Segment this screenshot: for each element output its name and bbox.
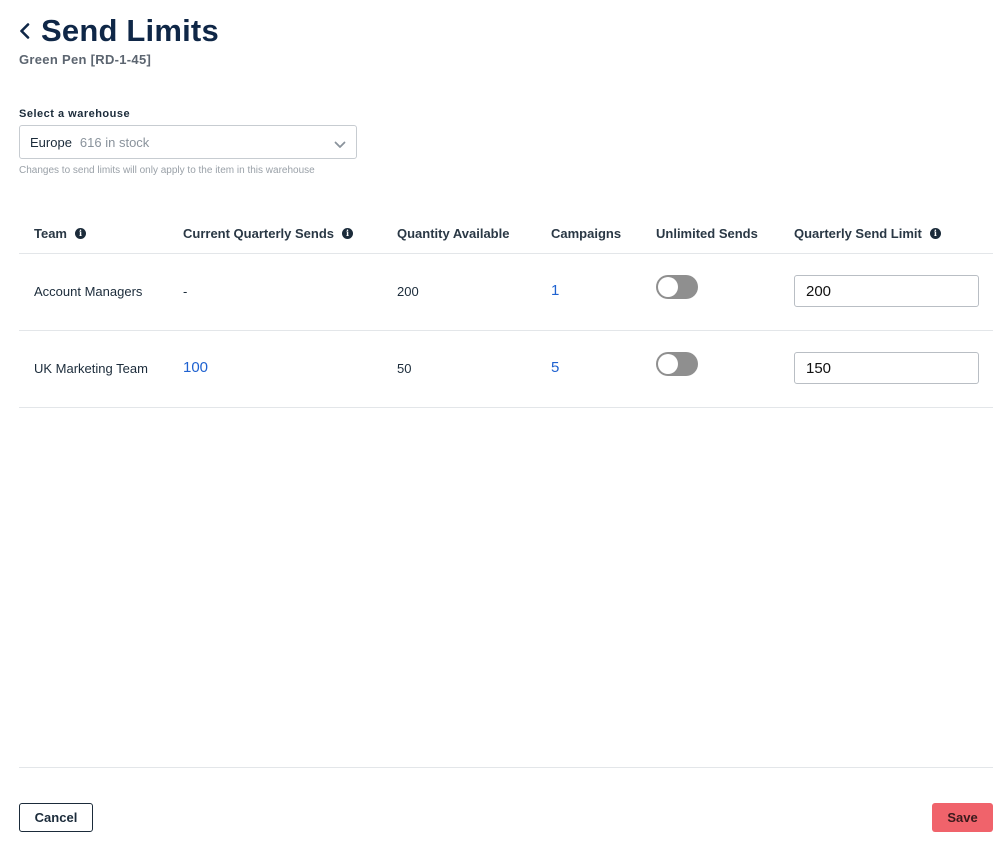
table-row: Account Managers - 200 1 xyxy=(19,254,993,331)
quarterly-send-limit-input[interactable] xyxy=(794,275,979,307)
page-subtitle: Green Pen [RD-1-45] xyxy=(19,52,152,67)
send-limits-table: Team i Current Quarterly Sends i Quantit… xyxy=(19,214,993,408)
quantity-available: 200 xyxy=(397,284,419,299)
current-quarterly-sends: - xyxy=(183,284,188,299)
toggle-knob xyxy=(658,277,678,297)
column-header-quantity-available-label: Quantity Available xyxy=(397,226,510,241)
cancel-button[interactable]: Cancel xyxy=(19,803,93,832)
column-header-current-quarterly-sends-label: Current Quarterly Sends xyxy=(183,226,334,241)
warehouse-selected-name: Europe xyxy=(30,134,72,150)
chevron-left-icon[interactable] xyxy=(19,20,33,42)
footer-divider xyxy=(19,767,993,768)
info-icon[interactable]: i xyxy=(929,228,941,239)
unlimited-sends-toggle[interactable] xyxy=(656,352,698,376)
table-row: UK Marketing Team 100 50 5 xyxy=(19,331,993,408)
page-header: Send Limits Green Pen [RD-1-45] xyxy=(19,14,219,68)
column-header-quantity-available: Quantity Available xyxy=(397,226,509,241)
info-icon[interactable]: i xyxy=(75,228,86,239)
warehouse-help-text: Changes to send limits will only apply t… xyxy=(19,165,315,176)
column-header-quarterly-send-limit: Quarterly Send Limit i xyxy=(794,226,941,241)
column-header-team-label: Team xyxy=(34,226,67,241)
warehouse-select[interactable]: Europe 616 in stock xyxy=(19,125,357,159)
team-name: UK Marketing Team xyxy=(34,361,148,376)
column-header-unlimited-sends: Unlimited Sends xyxy=(656,226,758,241)
column-header-unlimited-sends-label: Unlimited Sends xyxy=(656,226,758,241)
info-icon[interactable]: i xyxy=(342,228,353,239)
column-header-current-quarterly-sends: Current Quarterly Sends i xyxy=(183,226,353,241)
unlimited-sends-toggle[interactable] xyxy=(656,275,698,299)
current-quarterly-sends-link[interactable]: 100 xyxy=(183,359,208,376)
campaigns-link[interactable]: 1 xyxy=(551,282,559,299)
team-name: Account Managers xyxy=(34,284,143,299)
column-header-campaigns: Campaigns xyxy=(551,226,621,241)
save-button[interactable]: Save xyxy=(932,803,993,832)
title-row: Send Limits xyxy=(19,14,219,48)
page-title: Send Limits xyxy=(41,13,219,48)
warehouse-label: Select a warehouse xyxy=(19,108,131,120)
campaigns-link[interactable]: 5 xyxy=(551,359,559,376)
quarterly-send-limit-input[interactable] xyxy=(794,352,979,384)
column-header-campaigns-label: Campaigns xyxy=(551,226,622,241)
column-header-quarterly-send-limit-label: Quarterly Send Limit xyxy=(794,226,922,241)
chevron-down-icon xyxy=(334,137,346,155)
column-header-team: Team i xyxy=(34,226,86,241)
toggle-knob xyxy=(658,354,678,374)
warehouse-selected-stock: 616 in stock xyxy=(79,134,150,150)
table-header: Team i Current Quarterly Sends i Quantit… xyxy=(19,214,993,254)
quantity-available: 50 xyxy=(397,361,412,376)
